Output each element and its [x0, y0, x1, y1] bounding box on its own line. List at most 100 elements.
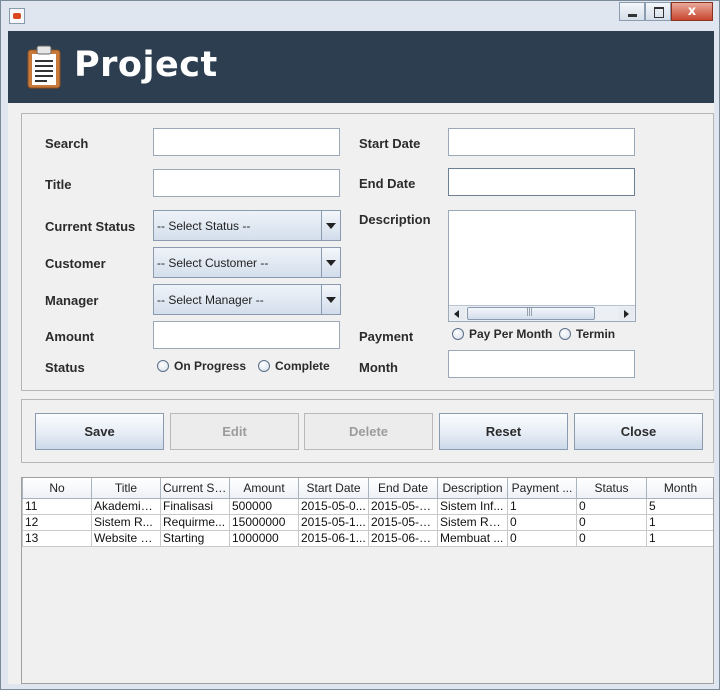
table-cell[interactable]: Finalisasi	[160, 497, 230, 515]
description-textarea[interactable]	[448, 210, 636, 322]
table-cell[interactable]: 13	[22, 529, 92, 547]
current-status-label: Current Status	[45, 219, 136, 234]
column-header[interactable]: Payment ...	[507, 478, 577, 499]
table-row[interactable]: 11 Akademik ... Finalisasi 500000 2015-0…	[22, 497, 713, 515]
radio-icon[interactable]	[452, 328, 464, 340]
manager-select[interactable]: -- Select Manager --	[153, 284, 341, 315]
table-cell[interactable]: Sistem Inf...	[437, 497, 508, 515]
current-status-select[interactable]: -- Select Status --	[153, 210, 341, 241]
window-controls: x	[619, 2, 713, 21]
payment-termin-label: Termin	[576, 327, 616, 341]
manager-selected: -- Select Manager --	[157, 293, 264, 307]
radio-icon[interactable]	[559, 328, 571, 340]
status-on-progress-radio[interactable]: On Progress	[157, 359, 246, 373]
delete-button[interactable]: Delete	[304, 413, 433, 450]
table-cell[interactable]: 1000000	[229, 529, 299, 547]
table-cell[interactable]: 12	[22, 513, 92, 531]
start-date-input[interactable]	[448, 128, 635, 156]
client-area: Project Search Title Current Status -- S…	[8, 31, 714, 684]
project-form-panel: Search Title Current Status -- Select St…	[21, 113, 714, 391]
payment-per-month-radio[interactable]: Pay Per Month	[452, 327, 552, 341]
table-cell[interactable]: 1	[646, 529, 713, 547]
column-header[interactable]: No	[22, 478, 92, 499]
column-header[interactable]: Description	[437, 478, 508, 499]
scrollbar-thumb[interactable]	[467, 307, 595, 320]
end-date-input[interactable]	[448, 168, 635, 196]
minimize-button[interactable]	[619, 2, 645, 21]
table-cell[interactable]: 15000000	[229, 513, 299, 531]
table-cell[interactable]: Sistem Re...	[437, 513, 508, 531]
horizontal-scrollbar[interactable]	[449, 305, 635, 321]
table-cell[interactable]: 0	[576, 513, 647, 531]
scroll-right-icon[interactable]	[619, 307, 634, 320]
edit-button[interactable]: Edit	[170, 413, 299, 450]
table-cell[interactable]: 5	[646, 497, 713, 515]
status-complete-radio[interactable]: Complete	[258, 359, 330, 373]
table-cell[interactable]: 0	[507, 529, 577, 547]
action-buttons-panel: Save Edit Delete Reset Close	[21, 399, 714, 463]
app-window: x Project Search Title Current Status --…	[0, 0, 720, 690]
manager-label: Manager	[45, 293, 99, 308]
customer-selected: -- Select Customer --	[157, 256, 269, 270]
table-row[interactable]: 13 Website C... Starting 1000000 2015-06…	[22, 529, 713, 547]
table-cell[interactable]: 11	[22, 497, 92, 515]
maximize-button[interactable]	[645, 2, 671, 21]
chevron-down-icon[interactable]	[321, 285, 340, 314]
reset-button[interactable]: Reset	[439, 413, 568, 450]
search-label: Search	[45, 136, 89, 151]
page-header: Project	[8, 31, 714, 103]
table-row[interactable]: 12 Sistem R... Requirme... 15000000 2015…	[22, 513, 713, 531]
close-icon: x	[687, 4, 697, 19]
table-cell[interactable]: 0	[576, 529, 647, 547]
table-cell[interactable]: 1	[507, 497, 577, 515]
radio-icon[interactable]	[157, 360, 169, 372]
project-table: No Title Current St... Amount Start Date…	[22, 478, 713, 547]
chevron-down-icon[interactable]	[321, 211, 340, 240]
table-cell[interactable]: 500000	[229, 497, 299, 515]
payment-termin-radio[interactable]: Termin	[559, 327, 615, 341]
month-input[interactable]	[448, 350, 635, 378]
table-cell[interactable]: Akademik ...	[91, 497, 161, 515]
java-app-icon	[9, 8, 25, 24]
table-cell[interactable]: 1	[646, 513, 713, 531]
table-cell[interactable]: Requirme...	[160, 513, 230, 531]
column-header[interactable]: Month	[646, 478, 713, 499]
status-label: Status	[45, 360, 85, 375]
table-cell[interactable]: 2015-05-1...	[298, 513, 369, 531]
table-cell[interactable]: 2015-05-1...	[368, 497, 438, 515]
chevron-down-icon[interactable]	[321, 248, 340, 277]
close-button[interactable]: Close	[574, 413, 703, 450]
customer-select[interactable]: -- Select Customer --	[153, 247, 341, 278]
table-cell[interactable]: Sistem R...	[91, 513, 161, 531]
scroll-left-icon[interactable]	[450, 307, 465, 320]
table-cell[interactable]: Starting	[160, 529, 230, 547]
table-cell[interactable]: 0	[507, 513, 577, 531]
table-cell[interactable]: 2015-05-3...	[368, 513, 438, 531]
close-window-button[interactable]: x	[671, 2, 713, 21]
clipboard-icon	[27, 45, 61, 89]
column-header[interactable]: End Date	[368, 478, 438, 499]
column-header[interactable]: Start Date	[298, 478, 369, 499]
table-cell[interactable]: 0	[576, 497, 647, 515]
status-on-progress-label: On Progress	[174, 359, 247, 373]
description-label: Description	[359, 212, 431, 227]
title-input[interactable]	[153, 169, 340, 197]
title-bar[interactable]: x	[1, 1, 719, 31]
radio-icon[interactable]	[258, 360, 270, 372]
save-button[interactable]: Save	[35, 413, 164, 450]
table-cell[interactable]: 2015-05-0...	[298, 497, 369, 515]
table-cell[interactable]: 2015-06-3...	[368, 529, 438, 547]
column-header[interactable]: Status	[576, 478, 647, 499]
amount-input[interactable]	[153, 321, 340, 349]
column-header[interactable]: Title	[91, 478, 161, 499]
table-cell[interactable]: 2015-06-1...	[298, 529, 369, 547]
table-cell[interactable]: Website C...	[91, 529, 161, 547]
search-input[interactable]	[153, 128, 340, 156]
page-title: Project	[74, 45, 218, 85]
payment-per-month-label: Pay Per Month	[469, 327, 553, 341]
payment-label: Payment	[359, 329, 414, 344]
project-table-panel: No Title Current St... Amount Start Date…	[21, 477, 714, 684]
column-header[interactable]: Current St...	[160, 478, 230, 499]
table-cell[interactable]: Membuat ...	[437, 529, 508, 547]
column-header[interactable]: Amount	[229, 478, 299, 499]
